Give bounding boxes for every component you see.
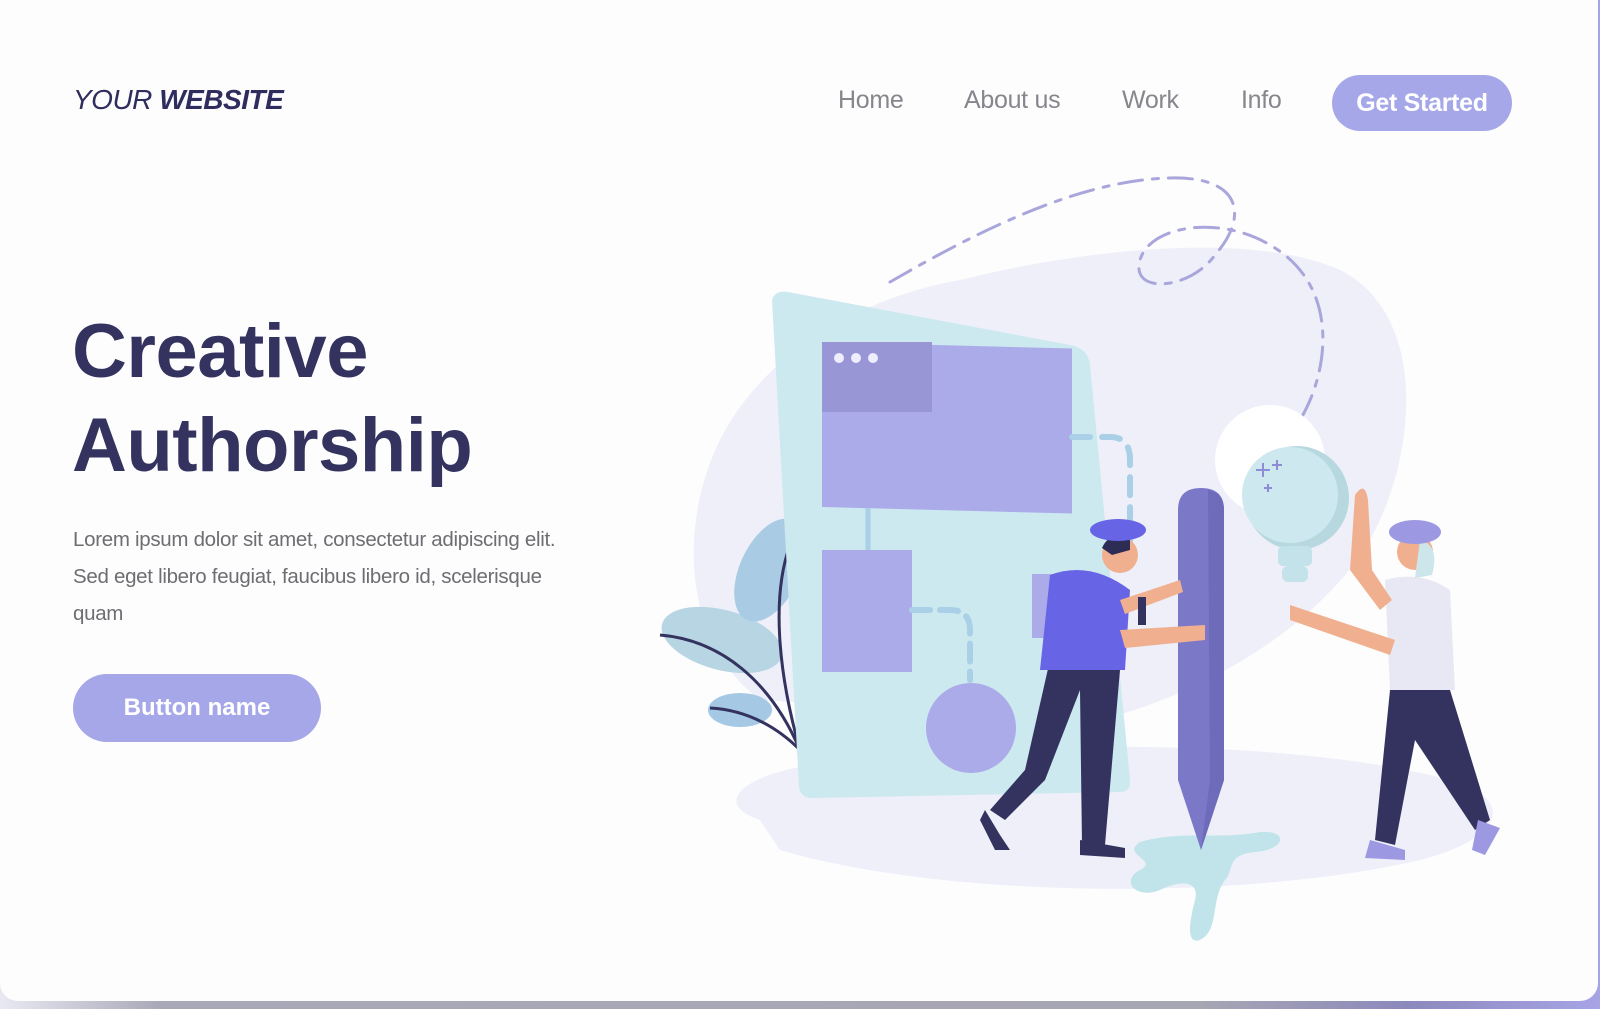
hero-action-button[interactable]: Button name	[73, 674, 321, 742]
pencil-icon	[1178, 488, 1224, 850]
logo-regular-text: YOUR	[73, 84, 152, 115]
hero-description: Lorem ipsum dolor sit amet, consectetur …	[73, 528, 556, 625]
ink-puddle	[1130, 831, 1281, 941]
hero-title-line-2: Authorship	[72, 403, 473, 488]
flowchart-board-icon	[772, 291, 1133, 798]
nav-about-us[interactable]: About us	[964, 86, 1061, 115]
hero-illustration	[659, 176, 1500, 941]
nav-home[interactable]: Home	[838, 86, 904, 115]
landing-page: YOUR WEBSITE Home About us Work Info Get…	[0, 0, 1598, 1001]
hero-title: Creative Authorship	[72, 305, 473, 493]
nav-info[interactable]: Info	[1241, 86, 1282, 115]
site-logo[interactable]: YOUR WEBSITE	[73, 84, 284, 116]
hero-title-line-1: Creative	[72, 309, 368, 394]
get-started-button[interactable]: Get Started	[1332, 75, 1512, 131]
nav-work[interactable]: Work	[1122, 86, 1179, 115]
logo-bold-text: WEBSITE	[159, 84, 284, 115]
